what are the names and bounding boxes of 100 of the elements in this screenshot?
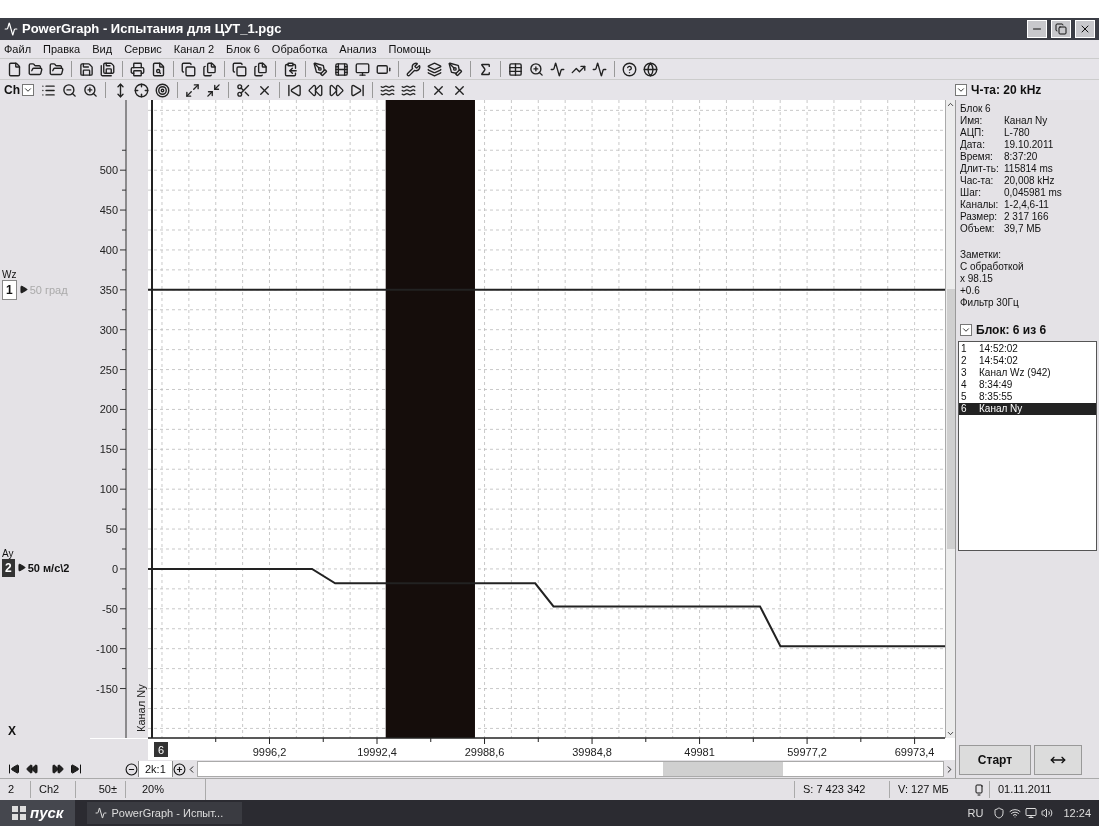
close-channel-label[interactable]: X [8,722,16,740]
zoom-ratio[interactable]: 2k:1 [138,760,173,778]
folder-open-icon[interactable] [49,61,64,77]
pen-icon[interactable] [448,61,463,77]
menu-item[interactable]: Канал 2 [173,40,215,58]
status-field: 20% [125,781,205,798]
block-list-item[interactable]: 4 8:34:49 [959,379,1096,391]
skip-forward-icon[interactable] [350,82,365,98]
copy-icon[interactable] [181,61,196,77]
fast-forward-icon[interactable] [52,763,64,775]
monitor-icon[interactable] [1025,807,1038,819]
y-tick-label: -50 [102,602,118,615]
shield-icon[interactable] [993,807,1006,819]
block-list-item[interactable]: 5 8:35:55 [959,391,1096,403]
status-field: V: 127 МБ [889,781,969,798]
crosshair-icon[interactable] [134,82,149,98]
expand-icon[interactable] [185,82,200,98]
folder-open-icon[interactable] [28,61,43,77]
help-icon[interactable] [622,61,637,77]
scroll-thumb[interactable] [662,762,783,776]
start-menu-button[interactable]: пуск [0,800,76,826]
globe-icon[interactable] [643,61,658,77]
menu-item[interactable]: Блок 6 [226,40,260,58]
list-icon[interactable] [41,82,56,98]
network-icon[interactable] [1009,807,1022,819]
zoom-icon[interactable] [529,61,544,77]
info-label: Каналы: [960,199,1000,211]
language-indicator[interactable]: RU [967,804,984,822]
function-icon[interactable] [478,61,493,77]
channel-number[interactable]: 2 [2,558,15,577]
waves-icon[interactable] [401,82,416,98]
status-field: 2 [0,781,30,798]
skip-back-icon[interactable] [287,82,302,98]
scissors-icon[interactable] [236,82,251,98]
vertical-scrollbar[interactable] [945,100,955,738]
film-icon[interactable] [334,61,349,77]
clipboard-icon[interactable] [283,61,298,77]
status-field: 01.11.2011 [989,781,1099,798]
first-icon[interactable] [8,763,20,775]
battery-icon [972,783,986,796]
shrink-icon[interactable] [206,82,221,98]
monitor-icon[interactable] [355,61,370,77]
target-icon[interactable] [155,82,170,98]
block-list-item[interactable]: 1 14:52:02 [959,343,1096,355]
rewind-icon[interactable] [308,82,323,98]
block-list-item[interactable]: 2 14:54:02 [959,355,1096,367]
last-icon[interactable] [70,763,82,775]
zoom-in-icon[interactable] [172,762,186,776]
rate-dropdown[interactable]: Ч-та: 20 kHz [955,81,1095,99]
menu-item[interactable]: Сервис [124,40,162,58]
block-dropdown[interactable]: Блок: 6 из 6 [960,321,1095,339]
new-file-icon[interactable] [7,61,22,77]
info-label: Время: [960,151,994,163]
zoom-in-icon[interactable] [83,82,98,98]
channel-number[interactable]: 1 [2,279,17,300]
caret-icon[interactable] [18,285,28,295]
taskbar-button[interactable]: PowerGraph - Испыт... [87,802,243,824]
start-button[interactable]: Старт [959,745,1031,775]
connect-button[interactable] [1034,745,1082,775]
speaker-icon[interactable] [1041,807,1054,819]
zoom-out-icon[interactable] [125,762,138,776]
info-label: Объем: [960,223,995,235]
menu-item[interactable]: Правка [43,40,81,58]
menu-item[interactable]: Анализ [339,40,377,58]
block-list-item[interactable]: 3 Канал Wz (942) [959,367,1096,379]
y-tick-label: 350 [99,283,118,296]
files-icon[interactable] [202,61,217,77]
block-list-item[interactable]: 6 Канал Ny [959,403,1096,415]
caret-icon[interactable] [16,563,26,573]
rewind-icon[interactable] [26,763,38,775]
pen-icon[interactable] [313,61,328,77]
restore-button[interactable] [1051,20,1071,38]
horizontal-scrollbar[interactable] [196,761,944,777]
save-all-icon[interactable] [100,61,115,77]
channel-name: Wz [2,269,18,280]
status-field: S: 7 423 342 [794,781,889,798]
channel-dropdown[interactable]: Ch [4,81,34,99]
fast-forward-icon[interactable] [329,82,344,98]
copy-icon[interactable] [232,61,247,77]
scroll-down-icon[interactable] [946,729,955,738]
minimize-button[interactable] [1027,20,1047,38]
files-icon[interactable] [253,61,268,77]
y-tick-label: 200 [99,403,118,416]
chart-icon[interactable] [550,61,565,77]
printer-icon[interactable] [130,61,145,77]
chart-icon[interactable] [592,61,607,77]
menu-item[interactable]: Файл [4,40,32,58]
waves-icon[interactable] [380,82,395,98]
menu-item[interactable]: Обработка [271,40,328,58]
zoom-out-icon[interactable] [62,82,77,98]
scroll-up-icon[interactable] [946,100,955,109]
wrench-icon[interactable] [406,61,421,77]
layers-icon[interactable] [427,61,442,77]
menu-item[interactable]: Вид [92,40,113,58]
menu-item[interactable]: Помощь [388,40,431,58]
table-icon[interactable] [508,61,523,77]
scroll-thumb[interactable] [946,289,955,549]
save-icon[interactable] [79,61,94,77]
print-preview-icon[interactable] [151,61,166,77]
close-button[interactable] [1075,20,1095,38]
